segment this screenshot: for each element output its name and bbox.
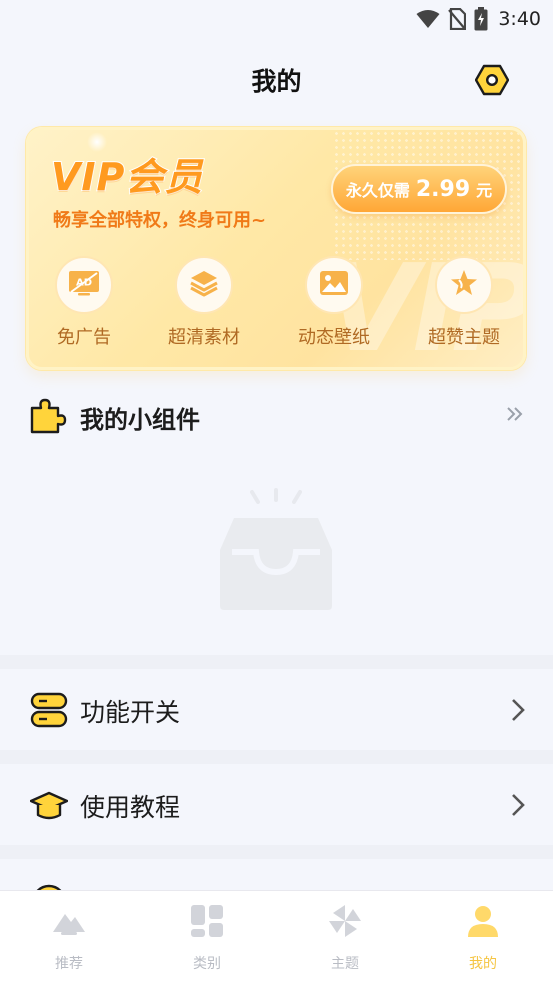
price-value: 2.99	[415, 176, 471, 202]
chevron-right-icon	[511, 793, 525, 821]
feature-hd-material[interactable]: 超清素材	[149, 256, 259, 349]
feature-icon-circle	[175, 256, 233, 314]
price-unit: 元	[476, 181, 493, 200]
no-sim-icon	[448, 8, 467, 30]
hexagon-gear-icon	[474, 64, 510, 100]
section-divider	[0, 655, 553, 669]
section-divider	[0, 845, 553, 859]
nav-label: 我的	[469, 956, 497, 972]
row-tutorial[interactable]: 使用教程	[0, 765, 553, 845]
nav-theme[interactable]: 主题	[276, 903, 414, 973]
star-icon	[449, 268, 479, 302]
status-time: 3:40	[498, 8, 541, 30]
status-icons: 3:40	[416, 6, 541, 32]
layers-icon	[189, 269, 219, 301]
mountain-icon	[51, 903, 87, 939]
no-ads-icon: AD	[68, 270, 100, 300]
wifi-icon	[416, 9, 440, 29]
feature-label: 超赞主题	[428, 327, 500, 348]
vip-feature-row: AD 免广告 超清素材 动态壁纸	[29, 256, 523, 356]
vip-title: VIP会员	[50, 154, 204, 200]
feature-label: 免广告	[57, 327, 111, 348]
bottom-nav: 推荐 类别 主题 我的	[0, 890, 553, 983]
puzzle-icon	[28, 396, 68, 440]
category-grid-icon	[189, 903, 225, 939]
row-feature-switch[interactable]: 功能开关	[0, 670, 553, 750]
empty-inbox-icon	[212, 488, 342, 613]
nav-mine[interactable]: 我的	[414, 903, 552, 973]
settings-button[interactable]	[474, 64, 510, 96]
feature-icon-circle: AD	[55, 256, 113, 314]
graduation-cap-icon	[29, 787, 69, 823]
pinwheel-icon	[327, 903, 363, 939]
picture-icon	[319, 270, 349, 300]
battery-charging-icon	[474, 7, 488, 31]
toggle-switch-icon	[30, 692, 68, 728]
chevron-right-icon	[511, 698, 525, 726]
nav-recommend[interactable]: 推荐	[0, 903, 138, 973]
feature-icon-circle	[435, 256, 493, 314]
vip-subtitle: 畅享全部特权，终身可用~	[53, 210, 267, 231]
nav-label: 推荐	[55, 956, 83, 972]
price-prefix: 永久仅需	[345, 181, 410, 200]
vip-price-button[interactable]: 永久仅需 2.99 元	[331, 164, 507, 214]
section-divider	[0, 750, 553, 764]
double-chevron-right-icon[interactable]	[505, 404, 525, 428]
status-bar: 3:40	[0, 0, 553, 38]
row-label: 功能开关	[80, 698, 181, 727]
nav-label: 主题	[331, 956, 359, 972]
row-label: 使用教程	[80, 793, 181, 822]
header: 我的	[0, 52, 553, 106]
widgets-title: 我的小组件	[80, 406, 200, 434]
nav-label: 类别	[193, 956, 221, 972]
feature-label: 超清素材	[168, 327, 240, 348]
feature-live-wallpaper[interactable]: 动态壁纸	[279, 256, 389, 349]
vip-card[interactable]: VIP VIP会员 畅享全部特权，终身可用~ 永久仅需 2.99 元 AD 免广…	[26, 127, 526, 370]
feature-label: 动态壁纸	[298, 327, 370, 348]
nav-category[interactable]: 类别	[138, 903, 276, 973]
feature-no-ads[interactable]: AD 免广告	[29, 256, 139, 349]
person-icon	[465, 903, 501, 939]
feature-great-theme[interactable]: 超赞主题	[409, 256, 519, 349]
page-title: 我的	[251, 67, 302, 96]
feature-icon-circle	[305, 256, 363, 314]
widgets-section-header[interactable]: 我的小组件	[28, 392, 525, 438]
